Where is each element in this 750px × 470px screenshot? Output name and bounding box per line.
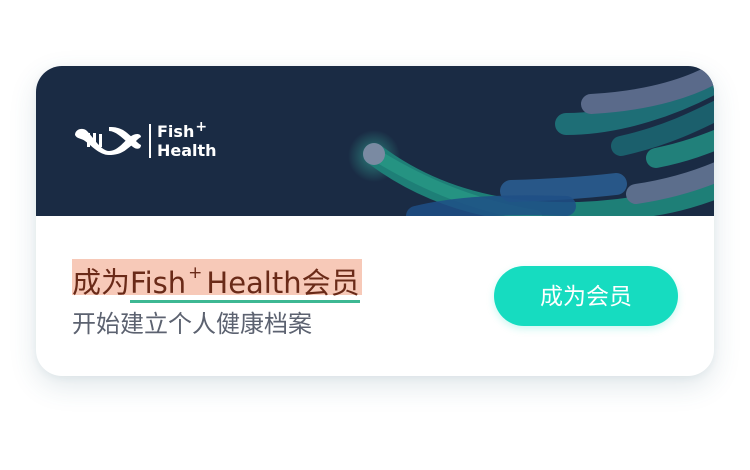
membership-card[interactable]: Fish+ Health 成为Fish + Health会员 开始建立个人健康档案 … (36, 66, 714, 376)
logo-divider (149, 124, 151, 158)
title-plus: + (188, 263, 203, 283)
brand-logo: Fish+ Health (71, 119, 217, 161)
brand-name-line2: Health (157, 141, 217, 160)
membership-title: 成为Fish + Health会员 (72, 259, 362, 303)
title-prefix: 成为 (72, 265, 131, 300)
title-brand: Fish (130, 265, 187, 300)
banner: Fish+ Health (36, 66, 714, 216)
title-suffix: Health会员 (206, 265, 360, 300)
membership-content: 成为Fish + Health会员 开始建立个人健康档案 成为会员 (36, 216, 714, 376)
become-member-button[interactable]: 成为会员 (494, 266, 678, 326)
membership-subtitle: 开始建立个人健康档案 (72, 310, 312, 338)
fish-dna-logo-icon (75, 127, 141, 155)
brand-plus: + (195, 119, 208, 135)
title-brand-underlined: Fish + Health会员 (130, 263, 360, 303)
brand-wordmark: Fish+ Health (157, 119, 217, 160)
brand-name-line1: Fish (157, 122, 195, 141)
